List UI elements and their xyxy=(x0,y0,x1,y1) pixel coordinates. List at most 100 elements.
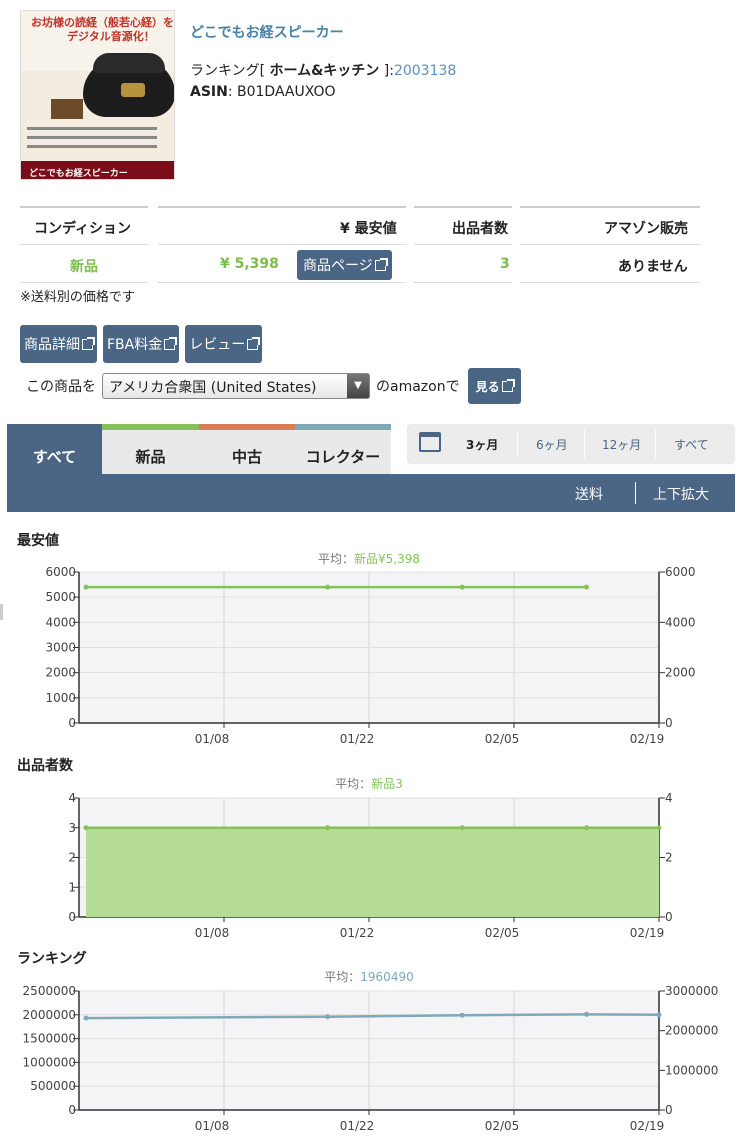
amazon-sales-value: ありません xyxy=(618,259,688,275)
product-image-ornament xyxy=(121,83,145,97)
tab-new[interactable]: 新品 xyxy=(102,424,199,474)
asin-label: ASIN xyxy=(190,84,228,100)
x-tick-label: 02/05 xyxy=(485,732,520,746)
y-tick-label: 2000000 xyxy=(23,1008,76,1022)
right-y-tick-label: 1000000 xyxy=(665,1063,718,1077)
toolbar-divider xyxy=(635,482,636,504)
x-tick-label: 02/19 xyxy=(630,1119,665,1133)
ranking-suffix: ]: xyxy=(379,63,394,79)
see-button[interactable]: 見る xyxy=(467,368,521,404)
y-tick-label: 2500000 xyxy=(23,984,76,998)
data-point xyxy=(584,1011,589,1017)
lowest-price-value: ¥ 5,398 xyxy=(220,256,279,272)
asin-value: : B01DAAUXOO xyxy=(227,84,336,100)
action-buttons: 商品詳細 FBA料金 レビュー xyxy=(20,325,263,363)
product-details-button[interactable]: 商品詳細 xyxy=(20,325,97,363)
external-link-icon xyxy=(501,378,515,392)
y-tick-label: 2000 xyxy=(45,666,76,680)
condition-tabs: すべて 新品 中古 コレクター xyxy=(7,424,391,474)
x-tick-label: 01/08 xyxy=(195,1119,230,1133)
x-tick-label: 02/19 xyxy=(630,926,665,940)
chart-title-seller-count: 出品者数 xyxy=(17,758,73,774)
table-divider xyxy=(158,206,406,208)
shipping-toggle[interactable]: 送料 xyxy=(575,484,603,504)
seller-count-chart: 0 1 2 3 4 0 2 4 01/08 01/22 02/05 02/19 平均：新品3 xyxy=(68,776,673,940)
right-y-tick-label: 4000 xyxy=(665,615,696,629)
header-amazon-sales: アマゾン販売 xyxy=(604,221,688,237)
range-all[interactable]: すべて xyxy=(674,436,709,453)
average-value: 1960490 xyxy=(360,970,413,984)
tab-all[interactable]: すべて xyxy=(7,424,102,474)
product-title[interactable]: どこでもお経スピーカー xyxy=(190,22,344,42)
country-suffix: のamazonで xyxy=(376,379,460,395)
y-tick-label: 0 xyxy=(68,910,76,924)
header-seller-count: 出品者数 xyxy=(452,221,508,237)
tab-used[interactable]: 中古 xyxy=(199,424,295,474)
right-y-tick-label: 6000 xyxy=(665,565,696,579)
y-tick-label: 3 xyxy=(68,821,76,835)
ranking-line: ランキング[ ホーム&キッチン ]:2003138 xyxy=(190,60,456,80)
data-point xyxy=(83,1015,89,1021)
data-point xyxy=(83,584,89,590)
country-selected: アメリカ合衆国 (United States) xyxy=(109,380,317,396)
tab-collector[interactable]: コレクター xyxy=(295,424,391,474)
y-tick-label: 3000 xyxy=(45,641,76,655)
range-6-months[interactable]: 6ヶ月 xyxy=(536,436,568,453)
y-tick-label: 2 xyxy=(68,851,76,865)
range-divider xyxy=(517,430,518,458)
fba-fee-button[interactable]: FBA料金 xyxy=(103,325,180,363)
review-button[interactable]: レビュー xyxy=(185,325,263,363)
x-tick-label: 01/22 xyxy=(340,926,375,940)
data-point xyxy=(325,1014,331,1020)
chart-toolbar: 送料 上下拡大 xyxy=(7,474,735,512)
ranking-value: 2003138 xyxy=(393,63,457,79)
table-divider xyxy=(20,244,148,245)
right-y-tick-label: 0 xyxy=(665,1103,673,1117)
y-tick-label: 4000 xyxy=(45,615,76,629)
ranking-category: ホーム&キッチン xyxy=(269,63,380,79)
range-12-months[interactable]: 12ヶ月 xyxy=(602,436,641,453)
range-3-months[interactable]: 3ヶ月 xyxy=(466,436,498,453)
product-page-button[interactable]: 商品ページ xyxy=(297,250,392,280)
ranking-prefix: ランキング[ xyxy=(190,63,270,79)
condition-value: 新品 xyxy=(70,259,98,275)
y-tick-label: 1000 xyxy=(45,691,76,705)
external-link-icon xyxy=(82,336,95,350)
table-divider xyxy=(520,244,700,245)
x-tick-label: 02/05 xyxy=(485,926,520,940)
right-y-tick-label: 3000000 xyxy=(665,984,718,998)
right-y-tick-label: 4 xyxy=(665,791,673,805)
see-label: 見る xyxy=(475,379,500,394)
right-y-tick-label: 2000 xyxy=(665,666,696,680)
x-tick-label: 01/22 xyxy=(340,732,375,746)
y-tick-label: 5000 xyxy=(45,590,76,604)
data-point xyxy=(656,825,662,831)
right-y-tick-label: 2000000 xyxy=(665,1024,718,1038)
dropdown-arrow-icon: ▼ xyxy=(347,374,369,398)
data-point xyxy=(584,825,589,831)
product-image[interactable]: お坊様の読経（般若心経）を デジタル音源化！ どこでもお経スピーカー xyxy=(20,10,175,180)
data-point xyxy=(459,1012,465,1018)
header-condition: コンディション xyxy=(34,221,132,237)
product-image-text-lines xyxy=(27,127,167,159)
product-page-label: 商品ページ xyxy=(303,258,373,274)
table-divider xyxy=(20,206,148,208)
x-tick-label: 01/22 xyxy=(340,1119,375,1133)
right-y-tick-label: 2 xyxy=(665,851,673,865)
data-point xyxy=(83,825,89,831)
data-point xyxy=(584,584,589,590)
table-divider xyxy=(20,282,148,283)
x-tick-label: 01/08 xyxy=(195,732,230,746)
data-point xyxy=(656,1012,662,1018)
table-divider xyxy=(414,206,512,208)
x-tick-label: 02/05 xyxy=(485,1119,520,1133)
y-tick-label: 0 xyxy=(68,1103,76,1117)
country-select[interactable]: アメリカ合衆国 (United States) ▼ xyxy=(102,373,370,399)
asin-line: ASIN: B01DAAUXOO xyxy=(190,84,336,100)
vertical-zoom-toggle[interactable]: 上下拡大 xyxy=(653,484,709,504)
y-tick-label: 1500000 xyxy=(23,1032,76,1046)
shipping-note: ※送料別の価格です xyxy=(20,290,135,305)
data-point xyxy=(459,584,465,590)
right-y-tick-label: 0 xyxy=(665,716,673,730)
table-divider xyxy=(158,244,406,245)
